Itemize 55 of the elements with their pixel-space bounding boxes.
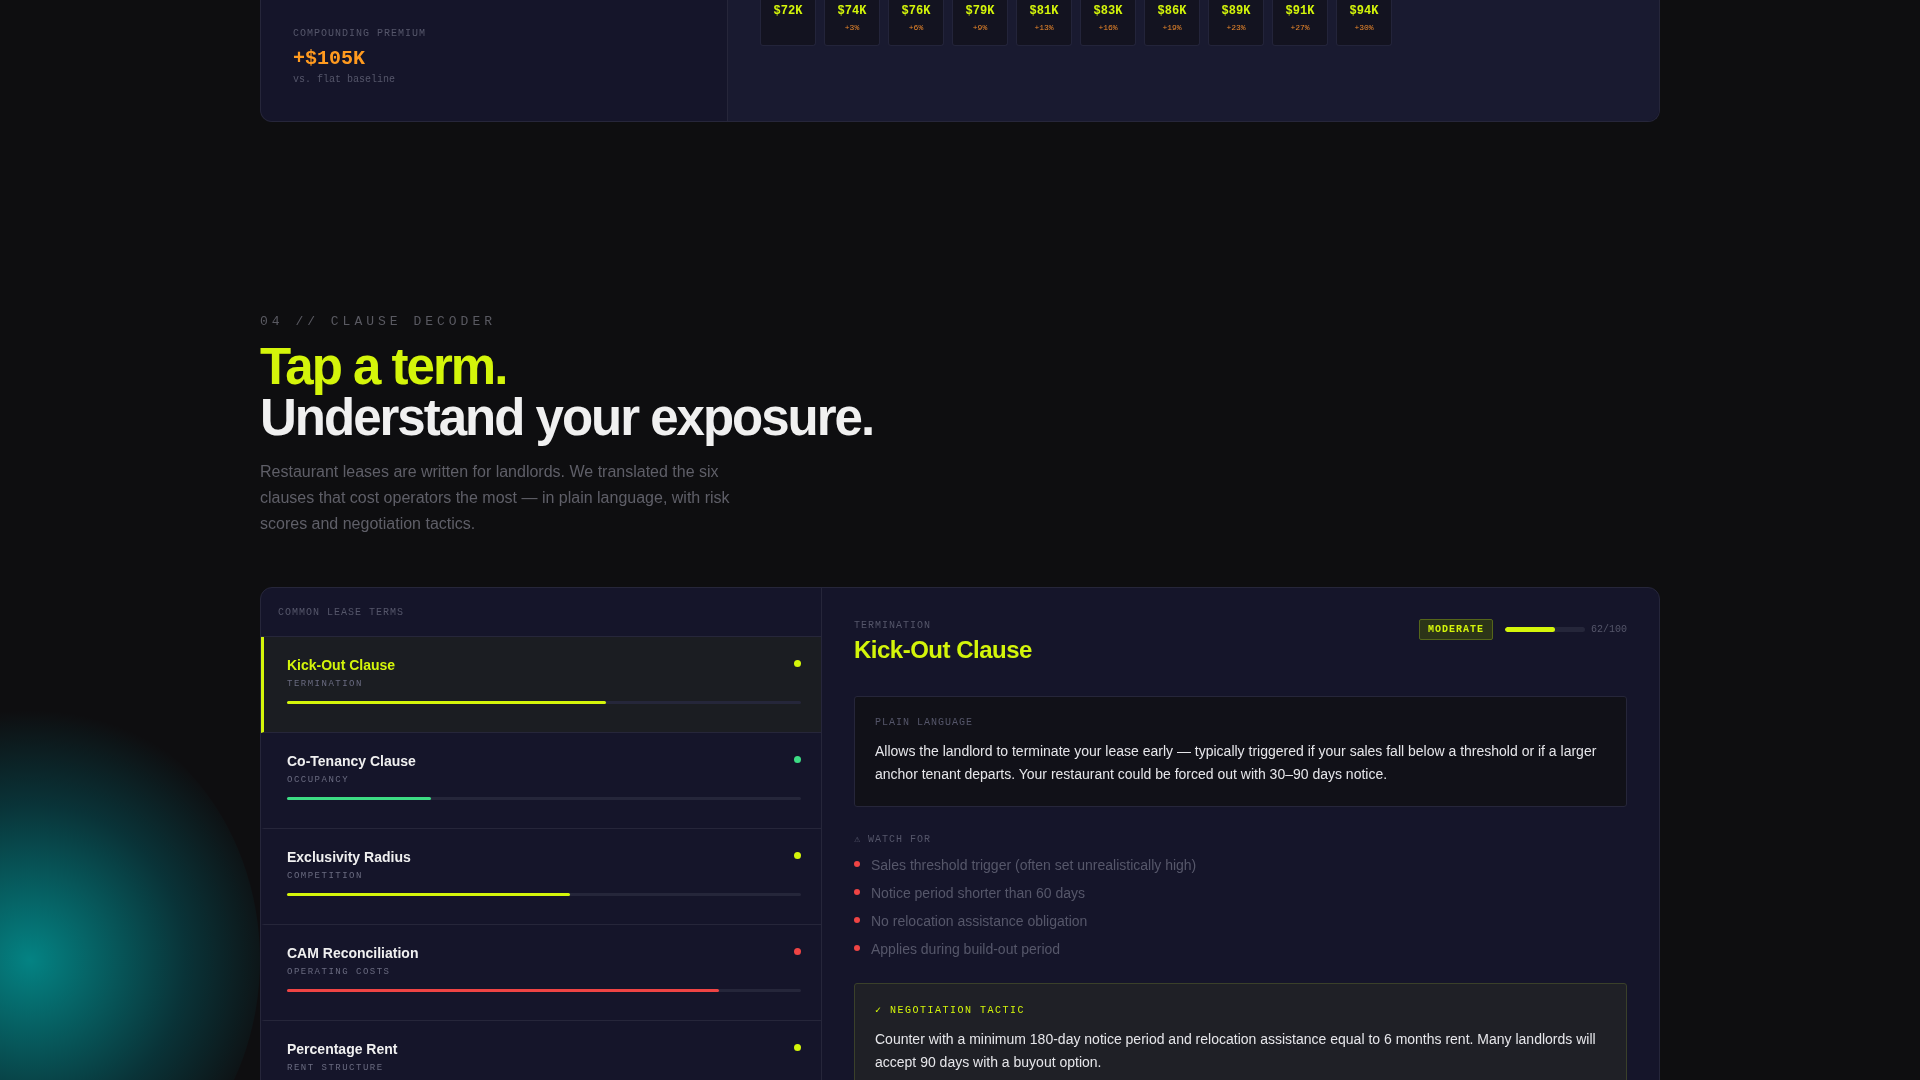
cell-change: +30% bbox=[1354, 23, 1374, 32]
cell-change: +23% bbox=[1226, 23, 1246, 32]
cell-value: $72K bbox=[773, 4, 803, 18]
cell-value: $86K bbox=[1157, 4, 1187, 18]
tactic-label: ✓ NEGOTIATION TACTIC bbox=[875, 1004, 1027, 1016]
risk-score: 62/100 bbox=[1591, 624, 1627, 635]
cell-change: +19% bbox=[1162, 23, 1182, 32]
watch-item: Sales threshold trigger (often set unrealistically high) bbox=[871, 857, 1197, 873]
term-name: Percentage Rent bbox=[287, 1041, 398, 1057]
term-name: Co-Tenancy Clause bbox=[287, 753, 416, 769]
term-item[interactable]: Exclusivity Radius COMPETITION bbox=[261, 829, 821, 925]
premium-value: +$105K bbox=[293, 47, 366, 70]
detail-category: TERMINATION bbox=[854, 620, 932, 631]
bullet-icon bbox=[854, 861, 860, 867]
cell-value: $89K bbox=[1221, 4, 1251, 18]
section-eyebrow: 04 // CLAUSE DECODER bbox=[260, 314, 498, 329]
cell-value: $76K bbox=[901, 4, 931, 18]
watch-item: No relocation assistance obligation bbox=[871, 913, 1088, 929]
term-category: RENT STRUCTURE bbox=[287, 1063, 385, 1073]
watch-label: ⚠ WATCH FOR bbox=[854, 833, 933, 845]
cell-change: +13% bbox=[1034, 23, 1054, 32]
bullet-icon bbox=[854, 889, 860, 895]
premium-label: COMPOUNDING PREMIUM bbox=[293, 28, 428, 39]
term-category: OCCUPANCY bbox=[287, 775, 351, 785]
detail-title: Kick-Out Clause bbox=[854, 636, 1032, 664]
cell-value: $83K bbox=[1093, 4, 1123, 18]
term-name: Kick-Out Clause bbox=[287, 657, 396, 673]
tactic-text: Counter with a minimum 180-day notice period and relocation assistance equal to 6 months rent. Many landlords will accept 90 days with a buyout option. bbox=[875, 1030, 1597, 1072]
cell-change: +27% bbox=[1290, 23, 1310, 32]
bullet-icon bbox=[854, 945, 860, 951]
term-item[interactable]: Kick-Out Clause TERMINATION bbox=[261, 637, 821, 733]
cell-value: $94K bbox=[1349, 4, 1379, 18]
cell-change: +9% bbox=[972, 23, 988, 32]
intro-paragraph: Restaurant leases are written for landlords. We translated the six clauses that cost operators the most — in plain language, with risk scores and negotiation tactics. bbox=[260, 462, 731, 534]
risk-badge: MODERATE bbox=[1418, 619, 1493, 640]
plain-text: Allows the landlord to terminate your lease early — typically triggered if your sales fall below a threshold or if a larger anchor tenant departs. Your restaurant could be forced out with 30–90 days notice. bbox=[875, 742, 1598, 784]
cell-value: $81K bbox=[1029, 4, 1059, 18]
cell-value: $79K bbox=[965, 4, 995, 18]
bullet-icon bbox=[854, 917, 860, 923]
cell-change: +3% bbox=[844, 23, 860, 32]
watch-item: Applies during build-out period bbox=[871, 941, 1061, 957]
term-name: Exclusivity Radius bbox=[287, 849, 411, 865]
cell-value: $91K bbox=[1285, 4, 1315, 18]
term-item[interactable]: Co-Tenancy Clause OCCUPANCY bbox=[261, 733, 821, 829]
term-category: TERMINATION bbox=[287, 679, 364, 689]
plain-label: PLAIN LANGUAGE bbox=[875, 717, 974, 728]
term-item[interactable]: CAM Reconciliation OPERATING COSTS bbox=[261, 925, 821, 1021]
cell-value: $74K bbox=[837, 4, 867, 18]
term-category: COMPETITION bbox=[287, 871, 364, 881]
term-item[interactable]: Percentage Rent RENT STRUCTURE bbox=[261, 1021, 821, 1080]
term-category: OPERATING COSTS bbox=[287, 967, 392, 977]
watch-item: Notice period shorter than 60 days bbox=[871, 885, 1085, 901]
cell-change: +6% bbox=[908, 23, 924, 32]
term-name: CAM Reconciliation bbox=[287, 945, 419, 961]
cell-change: +16% bbox=[1098, 23, 1118, 32]
